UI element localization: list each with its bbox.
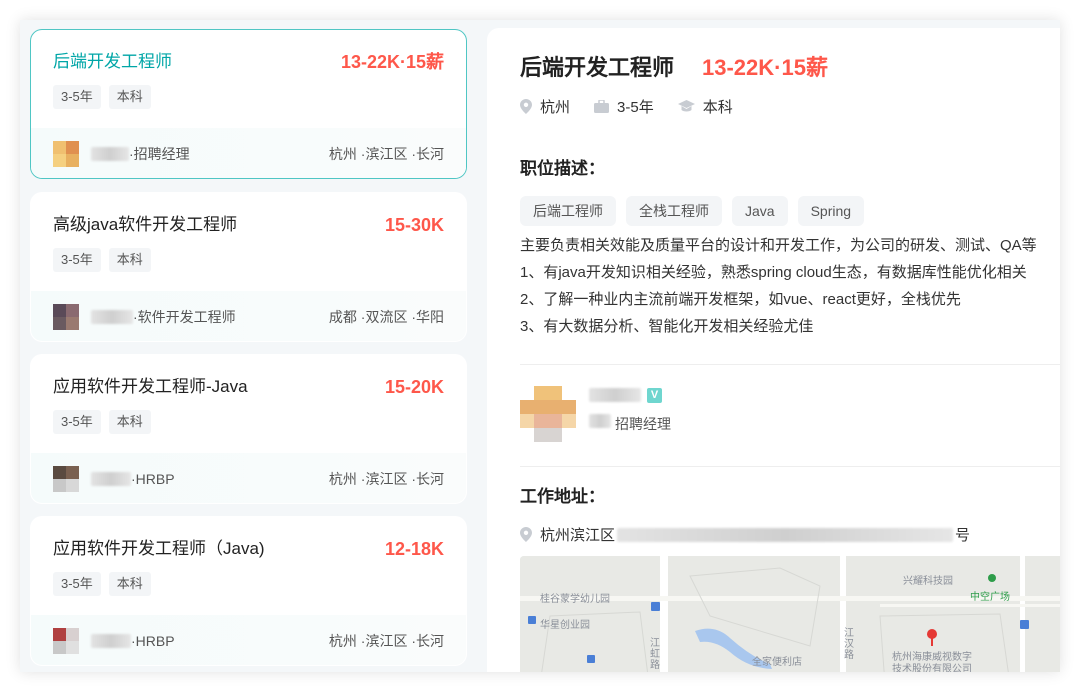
tag-experience: 3-5年	[53, 572, 101, 596]
detail-city: 杭州	[540, 99, 571, 116]
address-suffix: 号	[955, 527, 971, 544]
company-logo	[53, 141, 79, 167]
detail-title: 后端开发工程师	[520, 55, 675, 80]
skill-tags: 后端工程师 全栈工程师 Java Spring	[520, 196, 865, 226]
tag-degree: 本科	[108, 410, 151, 434]
detail-salary: 13-22K·15薪	[702, 55, 828, 80]
divider	[520, 466, 1060, 467]
tag-experience: 3-5年	[53, 85, 101, 109]
desc-heading: 职位描述：	[520, 159, 605, 178]
desc-line: 主要负责相关效能及质量平台的设计和开发工作，为公司的研发、测试、QA等	[520, 237, 1037, 254]
boss-role: 招聘经理	[615, 416, 671, 432]
detail-degree: 本科	[702, 99, 733, 116]
hr-role: ·招聘经理	[129, 146, 190, 162]
blurred-name	[91, 310, 133, 324]
job-title: 高级java软件开发工程师	[53, 215, 238, 234]
desc-line: 3、有大数据分析、智能化开发相关经验尤佳	[520, 318, 814, 335]
boss-avatar[interactable]	[520, 386, 576, 447]
job-location: 杭州 ·滨江区 ·长河	[328, 146, 444, 162]
location-map[interactable]: 兴耀科技园 中空广场 桂谷蒙学幼儿园 华星创业园 江虹路 江汉路 全家便利店 杭…	[520, 556, 1060, 672]
blurred-address	[617, 527, 954, 542]
skill-tag: 全栈工程师	[626, 196, 722, 226]
detail-meta: 杭州 3-5年 本科	[520, 96, 757, 117]
job-location: 杭州 ·滨江区 ·长河	[328, 471, 444, 487]
job-card-3[interactable]: 应用软件开发工程师-Java 15-20K 3-5年 本科 ·HRBP 杭州 ·…	[30, 354, 467, 504]
skill-tag: Spring	[797, 196, 865, 226]
app-frame: 后端开发工程师 13-22K·15薪 3-5年 本科 ·招聘经理 杭州 ·滨江区…	[20, 20, 1060, 672]
job-salary: 13-22K·15薪	[340, 52, 444, 72]
tag-degree: 本科	[108, 85, 151, 109]
blurred-boss-company	[589, 414, 611, 428]
map-label: 中空广场	[970, 592, 1010, 603]
location-pin-icon	[520, 527, 532, 542]
job-salary: 15-30K	[384, 215, 444, 235]
map-label: 江汉路	[844, 628, 854, 661]
work-address: 杭州滨江区 号	[520, 524, 970, 545]
job-title: 应用软件开发工程师（Java)	[53, 539, 265, 558]
map-label: 兴耀科技园	[903, 576, 953, 587]
address-prefix: 杭州滨江区	[540, 527, 616, 544]
graduation-cap-icon	[677, 100, 695, 112]
job-salary: 12-18K	[384, 539, 444, 559]
job-description: 主要负责相关效能及质量平台的设计和开发工作，为公司的研发、测试、QA等 1、有j…	[520, 232, 1060, 340]
job-card-2[interactable]: 高级java软件开发工程师 15-30K 3-5年 本科 ·软件开发工程师 成都…	[30, 192, 467, 342]
blurred-name	[91, 147, 129, 161]
tag-experience: 3-5年	[53, 410, 101, 434]
briefcase-icon	[594, 100, 610, 113]
address-heading: 工作地址：	[520, 487, 605, 506]
blurred-boss-name	[589, 388, 641, 402]
tag-degree: 本科	[108, 248, 151, 272]
job-card-4[interactable]: 应用软件开发工程师（Java) 12-18K 3-5年 本科 ·HRBP 杭州 …	[30, 516, 467, 666]
hr-role: ·软件开发工程师	[133, 309, 236, 325]
map-label: 华星创业园	[540, 620, 590, 631]
map-label: 江虹路	[650, 638, 660, 671]
job-location: 成都 ·双流区 ·华阳	[328, 309, 444, 325]
company-logo	[53, 628, 79, 654]
job-salary: 15-20K	[384, 377, 444, 397]
company-logo	[53, 304, 79, 330]
map-label: 全家便利店	[752, 657, 802, 668]
map-label: 桂谷蒙学幼儿园	[540, 594, 610, 605]
job-detail-panel: 后端开发工程师 13-22K·15薪 杭州 3-5年 本科 职位描述： 后端工程…	[487, 28, 1060, 672]
job-list: 后端开发工程师 13-22K·15薪 3-5年 本科 ·招聘经理 杭州 ·滨江区…	[20, 20, 476, 672]
blurred-name	[91, 472, 131, 486]
divider	[520, 364, 1060, 365]
hr-role: ·HRBP	[131, 633, 175, 649]
skill-tag: Java	[732, 196, 788, 226]
verified-badge-icon: V	[647, 388, 662, 403]
company-logo	[53, 466, 79, 492]
tag-degree: 本科	[108, 572, 151, 596]
tag-experience: 3-5年	[53, 248, 101, 272]
location-pin-icon	[520, 99, 532, 114]
desc-line: 1、有java开发知识相关经验，熟悉spring cloud生态，有数据库性能优…	[520, 264, 1027, 281]
job-title: 应用软件开发工程师-Java	[53, 377, 248, 396]
hr-role: ·HRBP	[131, 471, 175, 487]
job-card-1[interactable]: 后端开发工程师 13-22K·15薪 3-5年 本科 ·招聘经理 杭州 ·滨江区…	[30, 29, 467, 179]
blurred-name	[91, 634, 131, 648]
desc-line: 2、了解一种业内主流前端开发框架，如vue、react更好，全栈优先	[520, 291, 961, 308]
detail-experience: 3-5年	[617, 99, 654, 116]
job-location: 杭州 ·滨江区 ·长河	[328, 633, 444, 649]
map-label: 技术股份有限公司	[892, 664, 972, 672]
avatar-image	[520, 386, 576, 442]
skill-tag: 后端工程师	[520, 196, 616, 226]
